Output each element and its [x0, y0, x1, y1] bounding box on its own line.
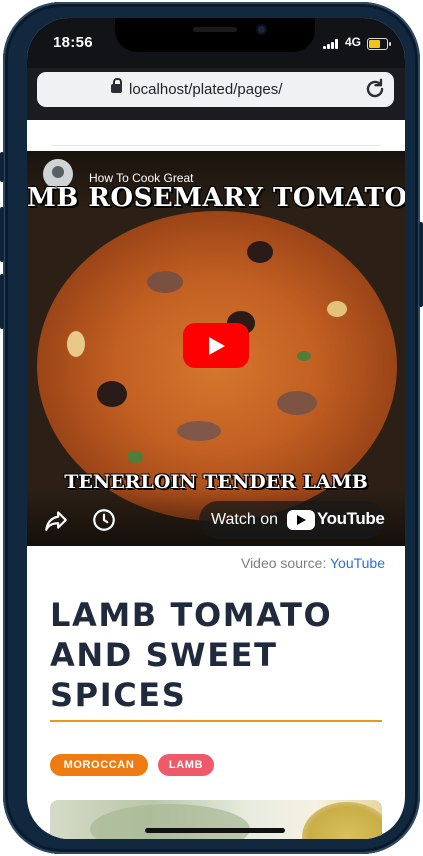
- status-bar: 18:56 4G: [27, 18, 405, 68]
- video-source: Video source: YouTube: [241, 555, 385, 571]
- title-underline: [50, 720, 382, 722]
- battery-icon: [367, 38, 391, 50]
- youtube-wordmark: YouTube: [317, 509, 385, 528]
- notch: [115, 18, 315, 52]
- phone-frame: 18:56 4G localhost/plated/pages/ How To …: [0, 2, 423, 854]
- network-type: 4G: [345, 35, 362, 49]
- watch-on-label: Watch on: [211, 511, 278, 528]
- tag-moroccan[interactable]: MOROCCAN: [50, 754, 148, 776]
- power-button: [419, 222, 423, 307]
- video-source-link[interactable]: YouTube: [330, 555, 385, 571]
- earpiece-speaker: [193, 27, 237, 32]
- browser-toolbar: localhost/plated/pages/: [27, 68, 405, 120]
- tag-lamb[interactable]: LAMB: [158, 754, 214, 776]
- front-camera: [256, 24, 267, 35]
- recipe-title: LAMB TOMATO AND SWEET SPICES: [50, 596, 333, 714]
- status-time: 18:56: [53, 34, 93, 51]
- signal-icon: [323, 39, 341, 49]
- phone-screen: 18:56 4G localhost/plated/pages/ How To …: [27, 18, 405, 839]
- watch-on-youtube-button[interactable]: Watch on YouTube: [199, 501, 385, 539]
- youtube-embed[interactable]: How To Cook Great MB ROSEMARY TOMATO STE…: [27, 151, 405, 546]
- video-source-label: Video source:: [240, 555, 327, 571]
- page-header-strip: [27, 120, 405, 146]
- url-text[interactable]: localhost/plated/pages/: [129, 81, 282, 98]
- address-bar[interactable]: localhost/plated/pages/: [37, 72, 394, 107]
- play-button[interactable]: [183, 323, 249, 368]
- lock-icon: [111, 78, 122, 93]
- video-banner-top: MB ROSEMARY TOMATO STEW: [27, 183, 405, 213]
- recipe-photo: [50, 800, 382, 839]
- volume-up-button: [0, 207, 4, 262]
- reload-icon[interactable]: [362, 76, 388, 102]
- share-icon[interactable]: [43, 507, 69, 533]
- youtube-logo-icon: [287, 510, 315, 530]
- watch-later-icon[interactable]: [91, 507, 117, 533]
- home-indicator[interactable]: [145, 828, 285, 833]
- volume-down-button: [0, 274, 4, 329]
- mute-switch: [0, 152, 4, 182]
